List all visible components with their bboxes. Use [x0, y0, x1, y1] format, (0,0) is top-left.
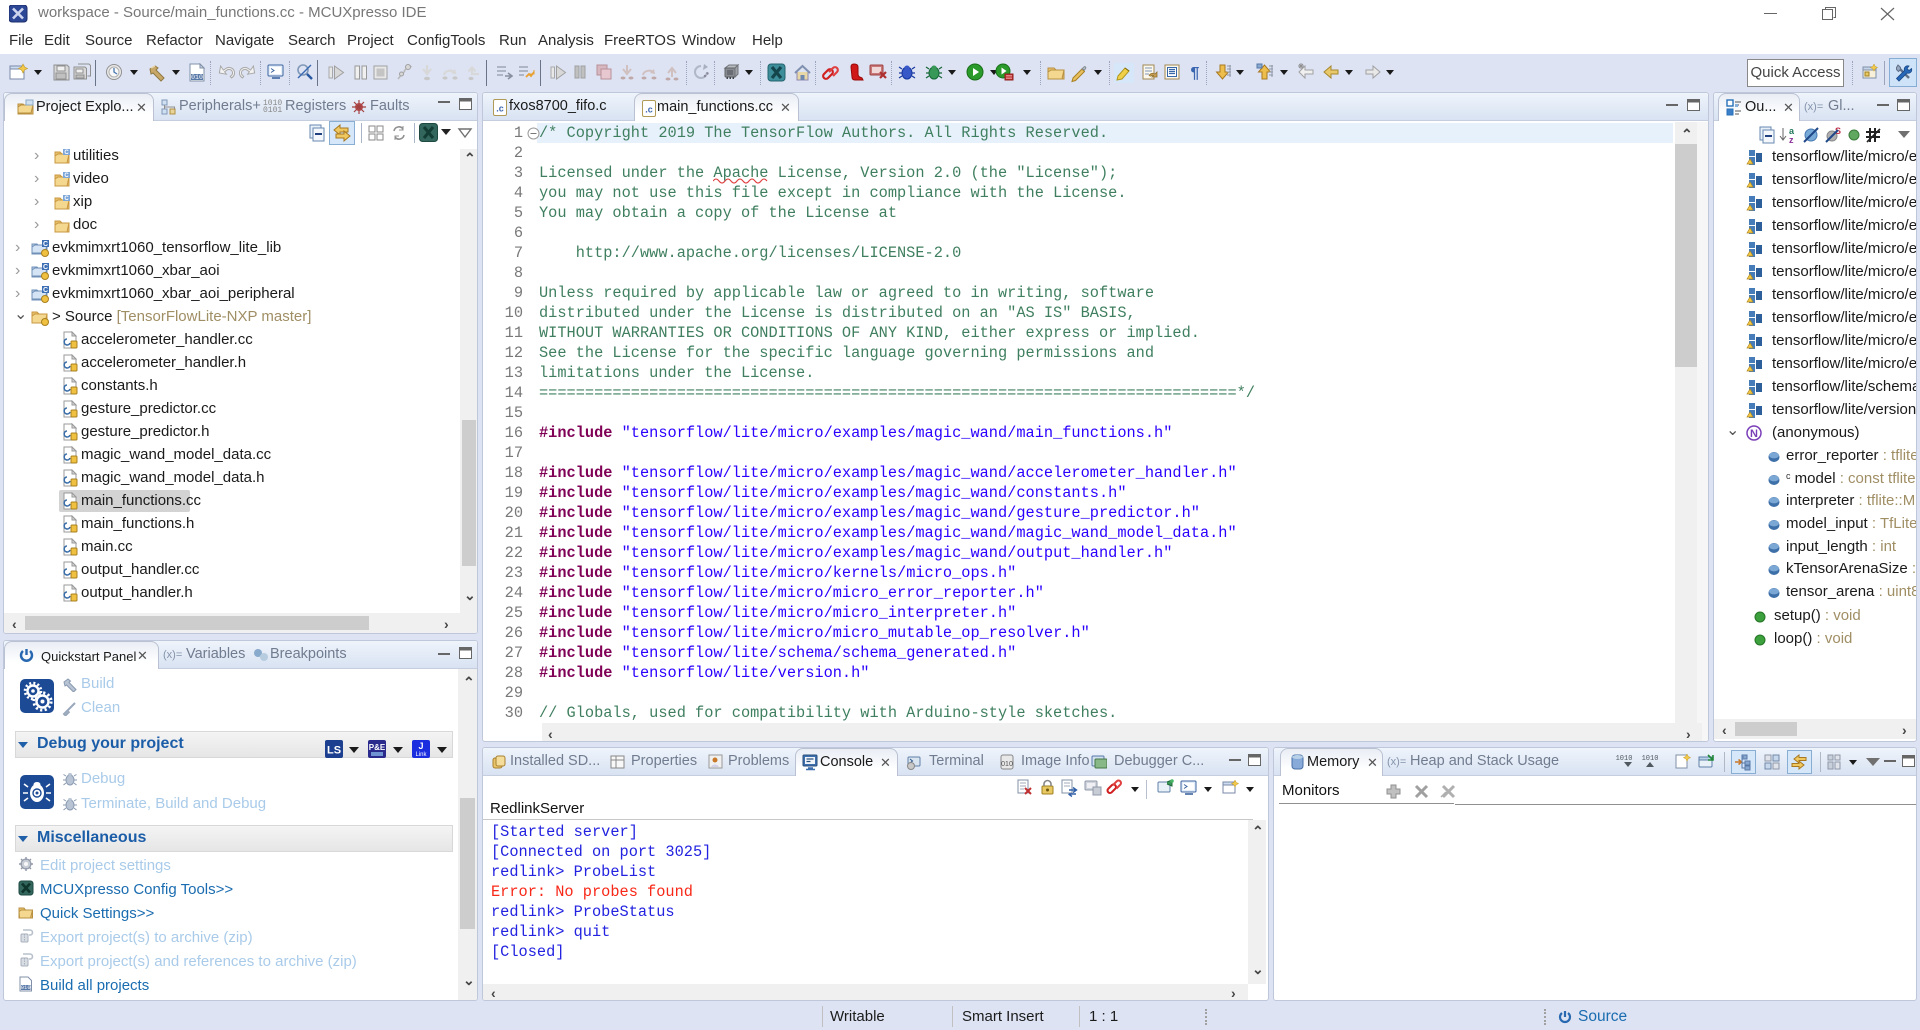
svg-text:z: z: [1789, 135, 1794, 144]
svg-text:1010: 1010: [1616, 755, 1632, 763]
svg-text:LS: LS: [327, 745, 341, 757]
svg-text:1010: 1010: [1642, 755, 1658, 763]
svg-text:010: 010: [191, 74, 203, 81]
svg-text:C: C: [64, 173, 69, 179]
svg-text:C: C: [64, 196, 69, 202]
svg-text:¶: ¶: [1191, 65, 1200, 82]
svg-text:.c: .c: [496, 104, 504, 114]
svg-text:J: J: [418, 741, 423, 751]
svg-text:C: C: [43, 264, 48, 271]
svg-text:Link: Link: [415, 752, 427, 758]
svg-text:.c: .c: [645, 105, 653, 115]
svg-text:010: 010: [1001, 761, 1013, 768]
svg-text:010: 010: [21, 984, 31, 991]
svg-text:C: C: [43, 287, 48, 294]
svg-text:N: N: [1750, 428, 1758, 440]
svg-text:C: C: [64, 150, 69, 156]
svg-text:C: C: [43, 241, 48, 248]
svg-text:P&E: P&E: [369, 743, 386, 752]
